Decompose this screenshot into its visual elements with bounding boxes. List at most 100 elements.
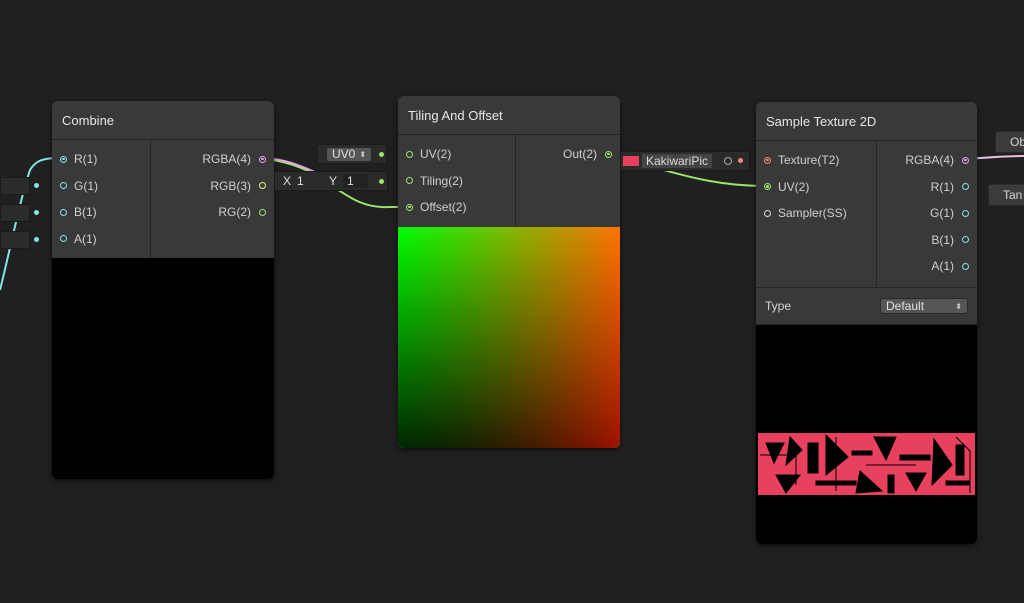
port-label: Out(2) <box>562 147 597 162</box>
right-edge-tangent-button[interactable]: Tan <box>988 184 1024 206</box>
port-label: Sampler(SS) <box>778 206 847 221</box>
tiling-and-offset-node[interactable]: Tiling And Offset UV(2) Tiling(2) Offset… <box>398 96 620 448</box>
port-dot-icon[interactable] <box>259 208 266 216</box>
port-dot-icon[interactable] <box>406 203 413 211</box>
combine-node-title: Combine <box>62 112 115 128</box>
port-dot-icon[interactable] <box>962 236 969 244</box>
port-label: B(1) <box>74 205 97 220</box>
tiling-x-value[interactable]: 1 <box>297 174 327 188</box>
port-label: UV(2) <box>420 147 452 162</box>
right-edge-object-label: Ob <box>1010 135 1024 149</box>
port-dot-icon[interactable] <box>764 209 771 217</box>
port-dot-icon[interactable] <box>60 208 67 216</box>
uv-channel-dropdown[interactable]: UV0 ⬍ <box>326 146 373 162</box>
combine-g-input-field[interactable] <box>0 177 30 195</box>
port-dot-icon[interactable] <box>406 150 413 158</box>
texture-input-dot <box>738 158 743 163</box>
combine-port-rgba[interactable]: RGBA(4) <box>151 146 274 173</box>
combine-node-header[interactable]: Combine <box>52 101 274 140</box>
port-label: R(1) <box>930 179 954 194</box>
port-dot-icon[interactable] <box>259 155 266 163</box>
uv-channel-value: UV0 <box>332 147 356 161</box>
uv-gradient-preview <box>398 227 620 448</box>
chevron-updown-icon: ⬍ <box>359 149 367 159</box>
port-label: Offset(2) <box>420 200 467 215</box>
tiling-port-out[interactable]: Out(2) <box>516 141 620 168</box>
port-dot-icon[interactable] <box>259 182 266 190</box>
combine-preview <box>52 258 274 479</box>
sample-port-a[interactable]: A(1) <box>877 253 977 280</box>
tiling-uv-field[interactable]: UV0 ⬍ <box>317 144 387 164</box>
sample-port-r[interactable]: R(1) <box>877 174 977 201</box>
port-label: A(1) <box>74 231 97 246</box>
sample-port-sampler[interactable]: Sampler(SS) <box>756 200 876 227</box>
port-dot-icon[interactable] <box>962 183 969 191</box>
tiling-x-label: X <box>283 174 292 188</box>
texture-field[interactable]: KakiwariPic <box>620 151 750 171</box>
texture-name: KakiwariPic <box>642 154 713 168</box>
sample-node-header[interactable]: Sample Texture 2D <box>756 102 977 141</box>
texture-picker-icon[interactable] <box>724 157 733 165</box>
combine-port-rgb[interactable]: RGB(3) <box>151 173 274 200</box>
tiling-port-offset[interactable]: Offset(2) <box>398 194 515 221</box>
combine-port-a[interactable]: A(1) <box>52 226 150 253</box>
port-dot-icon[interactable] <box>962 262 969 270</box>
combine-a-input-dot <box>34 237 39 242</box>
port-dot-icon[interactable] <box>60 155 67 163</box>
right-edge-object-button[interactable]: Ob <box>995 131 1024 153</box>
tiling-xy-field[interactable]: X 1 Y 1 <box>274 171 388 191</box>
port-dot-icon[interactable] <box>764 183 771 191</box>
port-label: RGB(3) <box>210 178 251 193</box>
port-dot-icon[interactable] <box>962 156 969 164</box>
port-label: RG(2) <box>218 205 251 220</box>
sample-texture-2d-node[interactable]: Sample Texture 2D Texture(T2) UV(2) Samp… <box>756 102 977 544</box>
right-edge-tangent-label: Tan <box>1003 188 1023 202</box>
tiling-port-tiling[interactable]: Tiling(2) <box>398 168 515 195</box>
port-label: A(1) <box>931 259 954 274</box>
tiling-node-title: Tiling And Offset <box>408 107 503 123</box>
combine-port-r[interactable]: R(1) <box>52 146 150 173</box>
sample-port-texture[interactable]: Texture(T2) <box>756 147 876 174</box>
tiling-uv-input-dot <box>379 152 384 157</box>
tiling-y-label: Y <box>329 174 338 188</box>
chevron-updown-icon: ⬍ <box>955 301 962 311</box>
sample-port-g[interactable]: G(1) <box>877 200 977 227</box>
sample-node-title: Sample Texture 2D <box>766 113 877 129</box>
tiling-tiling-input-dot <box>379 179 384 184</box>
texture-preview <box>756 325 977 544</box>
combine-port-g[interactable]: G(1) <box>52 173 150 200</box>
port-label: Texture(T2) <box>778 153 840 168</box>
combine-b-input-field[interactable] <box>0 204 30 222</box>
port-dot-icon[interactable] <box>60 235 67 243</box>
type-value: Default <box>886 299 925 313</box>
sample-port-uv[interactable]: UV(2) <box>756 174 876 201</box>
port-dot-icon[interactable] <box>605 150 612 158</box>
sample-port-b[interactable]: B(1) <box>877 227 977 254</box>
combine-a-input-field[interactable] <box>0 231 30 249</box>
sample-type-row: Type Default ⬍ <box>756 287 977 325</box>
port-label: R(1) <box>74 152 98 167</box>
tiling-node-header[interactable]: Tiling And Offset <box>398 96 620 135</box>
port-label: G(1) <box>930 206 954 221</box>
texture-thumbnail-icon <box>623 156 639 166</box>
tiling-y-value[interactable]: 1 <box>343 174 368 188</box>
port-dot-icon[interactable] <box>406 177 413 185</box>
combine-port-rg[interactable]: RG(2) <box>151 199 274 226</box>
combine-b-input-dot <box>34 210 39 215</box>
port-dot-icon[interactable] <box>764 156 771 164</box>
port-label: RGBA(4) <box>202 152 251 167</box>
combine-node[interactable]: Combine R(1) G(1) B(1) A(1) RGBA(4) RGB(… <box>52 101 274 479</box>
type-label: Type <box>765 299 792 313</box>
port-label: UV(2) <box>778 179 810 194</box>
sample-port-rgba[interactable]: RGBA(4) <box>877 147 977 174</box>
type-dropdown[interactable]: Default ⬍ <box>880 298 968 314</box>
port-dot-icon[interactable] <box>60 182 67 190</box>
port-dot-icon[interactable] <box>962 209 969 217</box>
tiling-port-uv[interactable]: UV(2) <box>398 141 515 168</box>
texture-pattern <box>758 433 975 495</box>
port-label: Tiling(2) <box>420 173 463 188</box>
combine-port-b[interactable]: B(1) <box>52 199 150 226</box>
combine-g-input-dot <box>34 183 39 188</box>
port-label: RGBA(4) <box>905 153 954 168</box>
port-label: G(1) <box>74 178 98 193</box>
